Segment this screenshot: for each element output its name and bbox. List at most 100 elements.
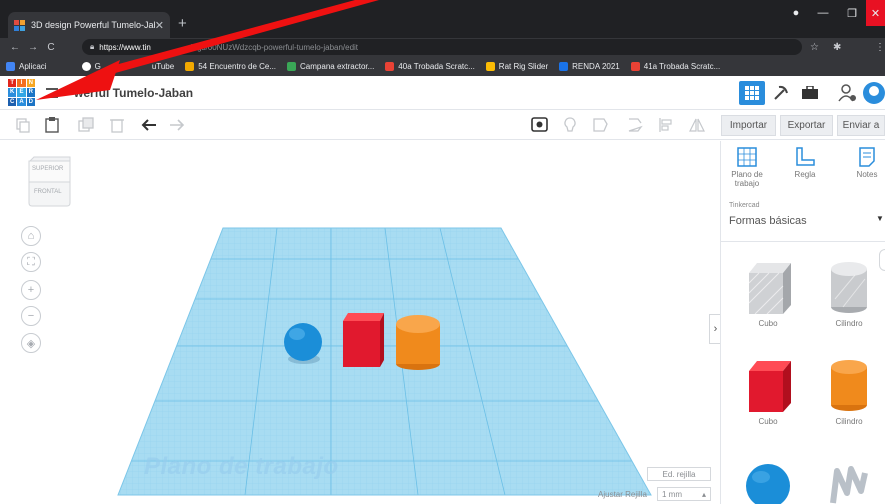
workplane-tool[interactable]: Plano de trabajo <box>723 147 771 188</box>
edit-toolbar: Importar Exportar Enviar a <box>0 110 885 140</box>
library-select[interactable]: Formas básicas <box>729 215 807 227</box>
bookmark-item[interactable]: 40a Trobada Scratc... <box>385 61 475 71</box>
profile-icon[interactable]: ● <box>781 0 811 26</box>
trash-icon[interactable] <box>108 116 126 134</box>
edit-grid-button[interactable]: Ed. rejilla <box>647 467 711 481</box>
apps-icon <box>6 61 15 71</box>
new-tab-button[interactable]: + <box>178 15 187 32</box>
back-icon[interactable]: ← <box>6 42 24 53</box>
cylinder-shape[interactable] <box>396 315 440 370</box>
bookmark-item[interactable]: G <box>81 61 101 71</box>
extensions-icon[interactable]: ✱ <box>833 42 841 53</box>
3d-view-grid-icon[interactable] <box>739 81 765 105</box>
workplane-grid[interactable] <box>0 141 720 504</box>
workplane-icon <box>737 147 757 167</box>
tinkercad-logo[interactable]: T I N K E R C A D <box>8 79 35 106</box>
group-icon[interactable] <box>591 116 609 134</box>
caret-down-icon[interactable]: ▼ <box>876 214 884 223</box>
workplane-tool-label: Plano de trabajo <box>731 170 763 188</box>
design-title[interactable]: werful Tumelo-Jaban <box>74 86 193 100</box>
paste-icon[interactable] <box>43 116 61 134</box>
shape-tile-cube-red[interactable]: Cubo <box>734 357 802 426</box>
shape-label: Cubo <box>758 319 778 328</box>
notes-tool-label: Notes <box>856 170 878 179</box>
notes-tool[interactable]: Notes <box>843 147 885 179</box>
align-icon[interactable] <box>657 116 675 134</box>
bookmark-favicon-icon <box>485 61 495 71</box>
browser-tab[interactable]: 3D design Powerful Tumelo-Jaba ✕ <box>8 12 170 38</box>
shape-label: Cilindro <box>835 319 863 328</box>
snap-grid-value: 1 mm <box>662 489 682 499</box>
ruler-tool[interactable]: Regla <box>781 147 829 179</box>
cube-gray-icon <box>748 263 791 315</box>
tinkercad-favicon-icon <box>14 19 25 31</box>
shape-label: Cubo <box>758 417 778 426</box>
bookmark-item[interactable]: RENDA 2021 <box>559 61 620 71</box>
design-menu-icon[interactable] <box>46 88 58 98</box>
forward-icon[interactable]: → <box>24 42 42 53</box>
sphere-shape[interactable] <box>284 323 322 361</box>
shape-tile-sphere[interactable] <box>734 461 802 504</box>
browser-tabbar: 3D design Powerful Tumelo-Jaba ✕ + ● — ❐… <box>0 0 885 38</box>
snap-grid-select[interactable]: 1 mm ▴ <box>657 487 711 501</box>
send-to-button[interactable]: Enviar a <box>837 115 885 136</box>
duplicate-icon[interactable] <box>77 116 95 134</box>
star-icon[interactable]: ☆ <box>810 42 819 53</box>
import-button[interactable]: Importar <box>721 115 776 136</box>
bookmark-item[interactable]: 41a Trobada Scratc... <box>630 61 720 71</box>
sphere-highlight <box>289 328 305 340</box>
add-user-icon[interactable] <box>835 81 861 105</box>
bookmark-item[interactable]: 54 Encuentro de Ce... <box>185 61 276 71</box>
shape-label: Cilindro <box>835 417 863 426</box>
google-icon <box>81 61 91 71</box>
lock-icon: 🔒︎ <box>90 42 95 51</box>
browser-menu-icon[interactable]: ⋮ <box>875 42 885 53</box>
bookmark-favicon-icon <box>287 61 297 71</box>
url-field[interactable]: 🔒︎ https://www.tin ings/60NUzWdzcqb-powe… <box>82 39 802 55</box>
snap-grid-label: Ajustar Rejilla <box>598 490 647 499</box>
bookmark-item[interactable]: Aplicaci <box>6 61 47 71</box>
scratch-cat-icon <box>385 61 395 71</box>
window-close-icon[interactable]: ✕ <box>866 0 885 26</box>
library-category: Tinkercad <box>729 202 760 209</box>
shape-tile-cylinder-orange[interactable]: Cilindro <box>815 357 883 426</box>
close-icon[interactable]: ✕ <box>155 19 164 32</box>
shapes-panel: Plano de trabajo Regla Notes Tinkercad F… <box>720 141 885 504</box>
bookmark-item[interactable]: Campana extractor... <box>287 61 374 71</box>
bookmark-item[interactable]: Rat Rig Slider <box>485 61 548 71</box>
light-bulb-icon[interactable] <box>561 116 579 134</box>
briefcase-icon[interactable] <box>797 81 823 105</box>
notes-visibility-icon[interactable] <box>530 116 548 134</box>
reload-icon[interactable]: C <box>42 42 60 53</box>
ungroup-icon[interactable] <box>626 116 644 134</box>
chevron-right-icon: › <box>713 323 718 335</box>
cylinder-gray-icon <box>831 262 867 313</box>
cylinder-orange-icon <box>831 360 867 411</box>
export-button[interactable]: Exportar <box>780 115 833 136</box>
ruler-tool-label: Regla <box>794 170 816 179</box>
bookmark-item[interactable]: uTube <box>152 62 174 71</box>
shape-tile-cylinder-gray[interactable]: Cilindro <box>815 259 883 328</box>
shape-tile-scribble[interactable] <box>815 463 883 504</box>
screen: 3D design Powerful Tumelo-Jaba ✕ + ● — ❐… <box>0 0 885 504</box>
tab-title: 3D design Powerful Tumelo-Jaba <box>31 20 155 30</box>
url-host: https://www.tin <box>99 42 151 52</box>
app-header: T I N K E R C A D werful Tumelo-Jaban <box>0 76 885 110</box>
minimize-icon[interactable]: — <box>808 0 838 26</box>
mirror-icon[interactable] <box>688 116 706 134</box>
undo-icon[interactable] <box>140 116 158 134</box>
sphere-blue-icon <box>746 464 790 504</box>
ruler-icon <box>796 147 815 166</box>
maximize-icon[interactable]: ❐ <box>837 0 867 26</box>
cube-shape[interactable] <box>343 313 384 367</box>
redo-icon[interactable] <box>168 116 186 134</box>
address-bar: ← → C 🔒︎ https://www.tin ings/60NUzWdzcq… <box>0 38 885 56</box>
build-pickaxe-icon[interactable] <box>768 81 794 105</box>
divider <box>721 241 885 242</box>
shape-tile-cube-gray[interactable]: Cubo <box>734 259 802 328</box>
copy-icon[interactable] <box>14 116 32 134</box>
avatar[interactable] <box>862 81 885 105</box>
chevron-down-icon: ▴ <box>701 489 706 499</box>
cube-red-icon <box>749 361 791 412</box>
workplane-canvas[interactable]: SUPERIOR FRONTAL ⌂ ⛶ + − ◈ Plano de trab… <box>0 141 721 504</box>
